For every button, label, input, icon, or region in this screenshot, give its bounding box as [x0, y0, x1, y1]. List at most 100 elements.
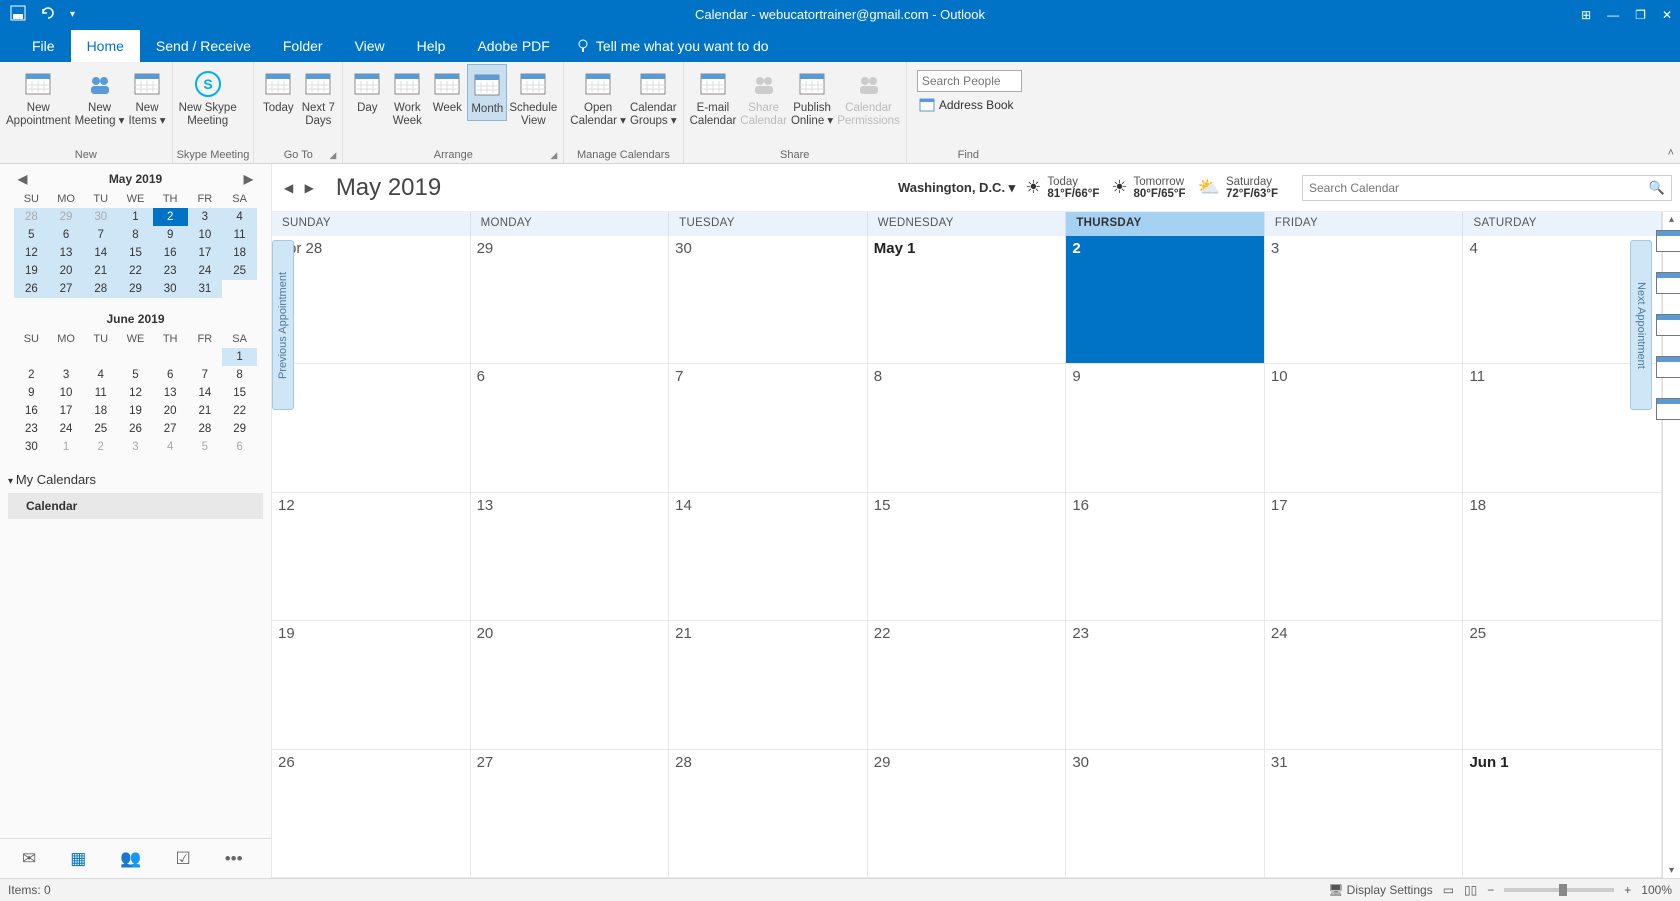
- calendar-cell[interactable]: 18: [1463, 493, 1662, 620]
- minical-day[interactable]: 17: [188, 244, 223, 262]
- minical-day[interactable]: 3: [49, 366, 84, 384]
- peek-workweek-icon[interactable]: [1656, 272, 1676, 288]
- minical-day[interactable]: 5: [14, 226, 49, 244]
- ribbon-options-icon[interactable]: ⊞: [1581, 8, 1591, 22]
- tell-me[interactable]: Tell me what you want to do: [566, 30, 779, 62]
- scroll-down-icon[interactable]: ▾: [1663, 865, 1680, 876]
- display-settings[interactable]: 🖥 Display Settings: [1328, 883, 1433, 897]
- minical-day[interactable]: 18: [222, 244, 257, 262]
- calendar-cell[interactable]: 10: [1265, 364, 1464, 491]
- minical-next-icon[interactable]: ▶: [240, 172, 257, 186]
- minical-day[interactable]: [49, 348, 84, 366]
- minical-day[interactable]: 8: [118, 226, 153, 244]
- collapse-ribbon-icon[interactable]: ˄: [1668, 147, 1674, 159]
- minical-day[interactable]: 6: [49, 226, 84, 244]
- peek-week-icon[interactable]: [1656, 314, 1676, 330]
- minical-day[interactable]: 4: [222, 208, 257, 226]
- minical-prev-icon[interactable]: ◀: [14, 172, 31, 186]
- minical-day[interactable]: 11: [222, 226, 257, 244]
- minical-day[interactable]: 30: [153, 280, 188, 298]
- calendar-cell[interactable]: 2: [1066, 236, 1265, 363]
- minical-day[interactable]: 16: [14, 402, 49, 420]
- ribbon-calendar-groups-button[interactable]: Calendar Groups ▾: [628, 64, 679, 132]
- minical-day[interactable]: 11: [83, 384, 118, 402]
- ribbon-month-button[interactable]: Month: [467, 64, 507, 121]
- tab-view[interactable]: View: [339, 30, 401, 62]
- tab-help[interactable]: Help: [401, 30, 462, 62]
- calendar-cell[interactable]: 25: [1463, 621, 1662, 748]
- minical-day[interactable]: 10: [188, 226, 223, 244]
- ribbon-day-button[interactable]: Day: [347, 64, 387, 119]
- minical-day[interactable]: 9: [14, 384, 49, 402]
- qat-customize-icon[interactable]: ▾: [70, 9, 75, 20]
- calendar-cell[interactable]: 16: [1066, 493, 1265, 620]
- minical-day[interactable]: 21: [83, 262, 118, 280]
- minical-day[interactable]: 19: [118, 402, 153, 420]
- tab-adobe-pdf[interactable]: Adobe PDF: [461, 30, 565, 62]
- minical-day[interactable]: 28: [83, 280, 118, 298]
- minical-day[interactable]: 2: [83, 438, 118, 456]
- scroll-up-icon[interactable]: ▴: [1663, 214, 1680, 225]
- weather-day[interactable]: ☀Tomorrow80°F/65°F: [1111, 176, 1185, 200]
- next-month-icon[interactable]: ▶: [301, 181, 318, 195]
- calendar-cell[interactable]: 15: [868, 493, 1067, 620]
- minical-day[interactable]: 31: [188, 280, 223, 298]
- calendar-cell[interactable]: 7: [669, 364, 868, 491]
- my-calendars-header[interactable]: My Calendars: [8, 472, 263, 487]
- minical-day[interactable]: 30: [83, 208, 118, 226]
- minical-day[interactable]: 12: [14, 244, 49, 262]
- ribbon-publish-online-button[interactable]: Publish Online ▾: [789, 64, 835, 132]
- calendar-cell[interactable]: 23: [1066, 621, 1265, 748]
- qat-undo-icon[interactable]: [40, 5, 56, 24]
- minical-day[interactable]: 12: [118, 384, 153, 402]
- calendar-list-item[interactable]: Calendar: [8, 493, 263, 519]
- minical-day[interactable]: 22: [118, 262, 153, 280]
- minical-day[interactable]: 28: [14, 208, 49, 226]
- minical-day[interactable]: 7: [83, 226, 118, 244]
- minical-day[interactable]: 1: [118, 208, 153, 226]
- minical-day[interactable]: 9: [153, 226, 188, 244]
- next-appointment-tab[interactable]: Next Appointment: [1630, 240, 1652, 410]
- calendar-cell[interactable]: 6: [471, 364, 670, 491]
- ribbon-new-meeting-button[interactable]: New Meeting ▾: [73, 64, 127, 132]
- calendar-cell[interactable]: 3: [1265, 236, 1464, 363]
- minical-day[interactable]: 29: [118, 280, 153, 298]
- minical-day[interactable]: 13: [153, 384, 188, 402]
- peek-day-icon[interactable]: [1656, 230, 1676, 246]
- minical-day[interactable]: 25: [83, 420, 118, 438]
- minical-day[interactable]: [188, 348, 223, 366]
- minical-day[interactable]: 15: [222, 384, 257, 402]
- ribbon-open-calendar-button[interactable]: Open Calendar ▾: [568, 64, 628, 132]
- calendar-cell[interactable]: 20: [471, 621, 670, 748]
- calendar-cell[interactable]: 9: [1066, 364, 1265, 491]
- minical-day[interactable]: 7: [188, 366, 223, 384]
- search-calendar-input[interactable]: [1309, 181, 1649, 195]
- ribbon-new-skype-meeting-button[interactable]: SNew Skype Meeting: [177, 64, 239, 132]
- ribbon-next-days-button[interactable]: Next 7 Days: [298, 64, 338, 132]
- calendar-cell[interactable]: 5: [272, 364, 471, 491]
- maximize-icon[interactable]: ❐: [1635, 8, 1646, 22]
- weather-day[interactable]: ⛅Saturday72°F/63°F: [1198, 176, 1278, 200]
- zoom-level[interactable]: 100%: [1641, 883, 1672, 897]
- previous-appointment-tab[interactable]: Previous Appointment: [272, 240, 294, 410]
- ribbon-e-mail-calendar-button[interactable]: E-mail Calendar: [688, 64, 739, 132]
- view-normal-icon[interactable]: ▭: [1443, 883, 1454, 897]
- minimize-icon[interactable]: —: [1607, 8, 1619, 22]
- calendar-nav-icon[interactable]: ▦: [70, 849, 86, 869]
- dialog-launcher-icon[interactable]: ◢: [329, 150, 336, 161]
- minical-day[interactable]: [153, 348, 188, 366]
- minical-day[interactable]: 20: [153, 402, 188, 420]
- ribbon-week-button[interactable]: Week: [427, 64, 467, 119]
- minical-day[interactable]: 24: [188, 262, 223, 280]
- calendar-cell[interactable]: 31: [1265, 750, 1464, 877]
- prev-month-icon[interactable]: ◀: [280, 181, 297, 195]
- minical-title[interactable]: May 2019: [109, 172, 162, 186]
- minical-day[interactable]: 29: [222, 420, 257, 438]
- minical-day[interactable]: 13: [49, 244, 84, 262]
- calendar-cell[interactable]: 30: [669, 236, 868, 363]
- minical-day[interactable]: 8: [222, 366, 257, 384]
- calendar-cell[interactable]: 24: [1265, 621, 1464, 748]
- calendar-cell[interactable]: 8: [868, 364, 1067, 491]
- tab-send-receive[interactable]: Send / Receive: [140, 30, 267, 62]
- minical-day[interactable]: 18: [83, 402, 118, 420]
